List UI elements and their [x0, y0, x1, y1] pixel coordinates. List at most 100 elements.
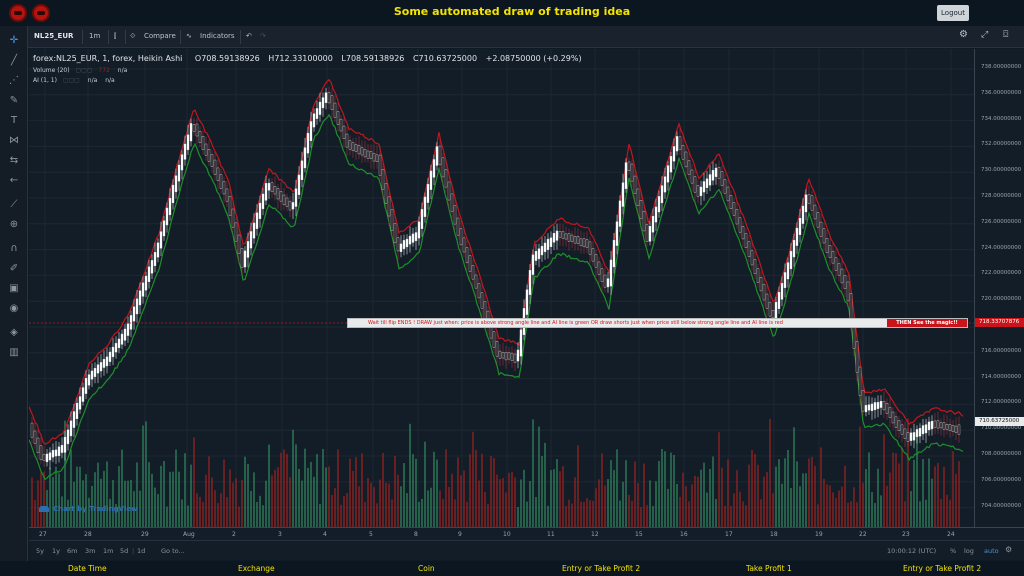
candle-body — [780, 283, 784, 300]
indicators-button[interactable]: Indicators — [200, 32, 235, 40]
forecast-icon[interactable]: ⇆ — [7, 154, 21, 168]
compare-icon[interactable]: ⟐ — [130, 32, 136, 41]
volume-bar — [622, 481, 624, 527]
range-button-6m[interactable]: 6m — [67, 547, 77, 555]
candle-body — [786, 262, 790, 280]
fib-tool-icon[interactable]: ⋰ — [7, 74, 21, 88]
goto-button[interactable]: Go to... — [161, 547, 185, 555]
crosshair-icon[interactable]: ✛ — [7, 34, 21, 48]
volume-controls-icon[interactable]: ▢▢▢ — [75, 67, 92, 74]
brush-icon[interactable]: ✎ — [7, 94, 21, 108]
trash-icon[interactable]: ▥ — [7, 346, 21, 360]
footer-column-header: Take Profit 1 — [746, 564, 792, 573]
candle-body — [33, 430, 37, 444]
eye-icon[interactable]: ◉ — [7, 302, 21, 316]
candle-body — [69, 420, 73, 437]
footer-column-header: Entry or Take Profit 2 — [903, 564, 982, 573]
volume-bar — [682, 472, 684, 527]
candle-body — [696, 185, 700, 197]
volume-bar — [583, 502, 585, 527]
candle-body — [843, 275, 847, 289]
range-button-5y[interactable]: 5y — [36, 547, 44, 555]
volume-bar — [814, 465, 816, 527]
candle-body — [657, 196, 661, 213]
range-button-5d[interactable]: 5d — [120, 547, 128, 555]
layers-icon[interactable]: ◈ — [7, 326, 21, 340]
text-tool-icon[interactable]: T — [7, 114, 21, 128]
price-tick-label: 738.00000000 — [981, 64, 1022, 70]
candle-body — [441, 157, 445, 178]
candle-body — [180, 154, 184, 171]
fullscreen-icon[interactable]: ⤢ — [981, 30, 988, 40]
candle-body — [945, 424, 949, 430]
redo-icon[interactable]: ↷ — [260, 32, 266, 40]
price-tick-label: 708.00000000 — [981, 451, 1022, 457]
volume-label[interactable]: Volume (20) — [33, 67, 70, 74]
volume-bar — [943, 466, 945, 527]
candle-body — [660, 185, 664, 204]
volume-bar — [508, 472, 510, 527]
price-axis[interactable]: 704.00000000 706.00000000 708.00000000 710.… — [974, 49, 1024, 527]
pattern-icon[interactable]: ⋈ — [7, 134, 21, 148]
settings-gear-icon[interactable]: ⚙ — [959, 29, 968, 40]
volume-bar — [244, 456, 246, 527]
time-tick-label: 18 — [770, 531, 778, 538]
candle-body — [198, 130, 202, 143]
volume-bar — [214, 490, 216, 527]
tradingview-watermark[interactable]: Chart by TradingView — [39, 505, 138, 513]
legend-symbol-text[interactable]: forex:NL25_EUR, 1, forex, Heikin Ashi — [33, 54, 182, 63]
volume-bar — [607, 479, 609, 527]
volume-bar — [577, 445, 579, 527]
candle-body — [246, 241, 250, 258]
candle-body — [750, 250, 754, 266]
volume-bar — [883, 434, 885, 527]
indicators-icon[interactable]: ∿ — [186, 32, 192, 40]
candle-body — [465, 247, 469, 264]
time-axis[interactable]: 27 28 29 Aug 2 3 4 5 8 9 10 11 12 15 16 17 18 19 22 23 24 — [29, 527, 1024, 540]
ai-controls-icon[interactable]: ▢▢▢ — [63, 77, 80, 84]
percent-toggle[interactable]: % — [950, 547, 956, 555]
lock-icon[interactable]: ▣ — [7, 282, 21, 296]
candle-style-icon[interactable]: ⫿ — [114, 32, 116, 41]
range-button-1d[interactable]: 1d — [137, 547, 145, 555]
lock-drawing-icon[interactable]: ✐ — [7, 262, 21, 276]
candle-body — [426, 184, 430, 203]
interval-selector[interactable]: 1m — [89, 32, 100, 40]
axis-settings-gear-icon[interactable]: ⚙ — [1005, 545, 1012, 554]
volume-bar — [652, 505, 654, 527]
ai-label[interactable]: AI (1, 1) — [33, 77, 57, 84]
volume-bar — [610, 460, 612, 527]
camera-icon[interactable]: ⌼ — [1003, 30, 1008, 40]
ruler-icon[interactable]: ⟋ — [7, 198, 21, 212]
volume-bar — [817, 504, 819, 527]
undo-icon[interactable]: ↶ — [246, 32, 252, 40]
chart-pane[interactable]: forex:NL25_EUR, 1, forex, Heikin Ashi O7… — [29, 49, 974, 527]
trend-line-icon[interactable]: ╱ — [7, 54, 21, 68]
candle-body — [927, 421, 931, 431]
volume-legend: Volume (20) ▢▢▢ 772 n/a — [33, 67, 127, 74]
logout-button[interactable]: Logout — [937, 5, 969, 21]
candle-body — [288, 200, 292, 211]
auto-toggle[interactable]: auto — [984, 547, 999, 555]
time-tick-label: 16 — [680, 531, 688, 538]
volume-bar — [499, 479, 501, 527]
volume-bar — [730, 506, 732, 527]
current-price-tag: 710.63725000 — [975, 417, 1024, 426]
grid-lines — [29, 49, 974, 527]
candle-body — [168, 197, 172, 216]
candle-body — [615, 221, 619, 246]
volume-bar — [376, 503, 378, 527]
candle-body — [639, 200, 643, 220]
candle-body — [414, 232, 418, 242]
candle-body — [537, 248, 541, 260]
log-toggle[interactable]: log — [964, 547, 974, 555]
compare-button[interactable]: Compare — [144, 32, 176, 40]
back-arrow-icon[interactable]: ← — [7, 174, 21, 188]
range-button-1y[interactable]: 1y — [52, 547, 60, 555]
range-button-3m[interactable]: 3m — [85, 547, 95, 555]
volume-bar — [262, 505, 264, 527]
magnet-icon[interactable]: ∩ — [7, 242, 21, 256]
range-button-1m[interactable]: 1m — [103, 547, 113, 555]
symbol-selector[interactable]: NL25_EUR — [34, 32, 73, 40]
zoom-icon[interactable]: ⊕ — [7, 218, 21, 232]
